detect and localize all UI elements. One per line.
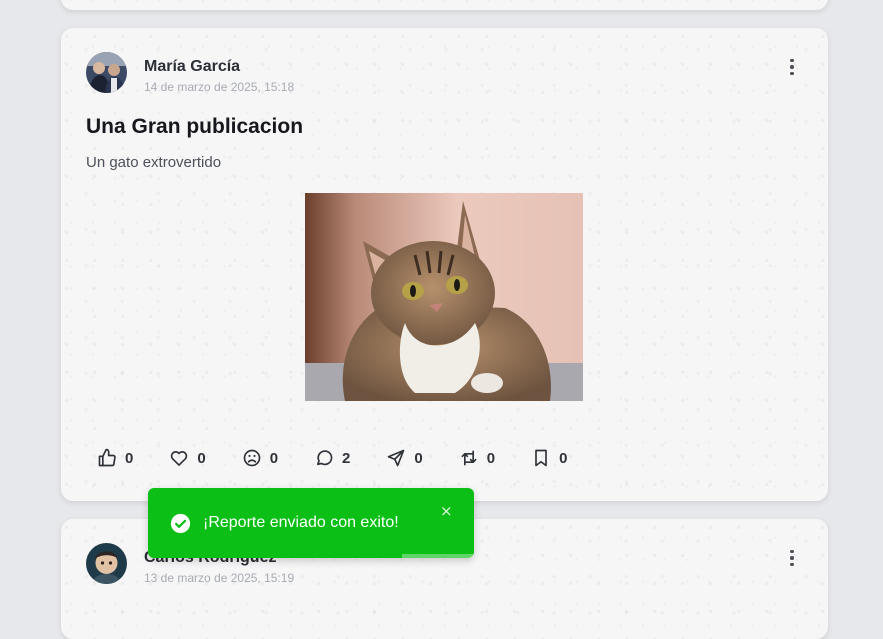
like-count: 0 xyxy=(125,449,134,467)
check-circle-icon xyxy=(170,513,191,534)
toast-message: ¡Reporte enviado con exito! xyxy=(203,514,399,531)
love-button[interactable]: 0 xyxy=(169,448,206,468)
post-image[interactable] xyxy=(305,193,583,401)
avatar[interactable] xyxy=(86,543,127,584)
toast-progress-bar xyxy=(402,554,474,558)
love-count: 0 xyxy=(197,449,206,467)
thumbs-up-icon xyxy=(98,448,116,467)
avatar[interactable] xyxy=(86,52,127,93)
more-options-icon[interactable] xyxy=(784,547,800,569)
comment-button[interactable]: 2 xyxy=(314,448,350,468)
close-icon[interactable]: × xyxy=(440,504,453,519)
success-toast: ¡Reporte enviado con exito! × xyxy=(148,488,474,558)
previous-post-card xyxy=(61,0,828,10)
comment-count: 2 xyxy=(342,449,351,467)
sad-button[interactable]: 0 xyxy=(242,448,278,468)
sad-count: 0 xyxy=(269,449,279,467)
bookmark-icon xyxy=(535,449,547,467)
post-timestamp: 14 de marzo de 2025, 15:18 xyxy=(144,80,295,94)
post-card: María García 14 de marzo de 2025, 15:18 … xyxy=(61,28,828,501)
repost-icon xyxy=(461,450,477,466)
share-count: 0 xyxy=(414,449,423,467)
save-button[interactable]: 0 xyxy=(531,448,567,468)
post-body: Un gato extrovertido xyxy=(86,154,222,171)
save-count: 0 xyxy=(559,449,568,467)
heart-icon xyxy=(171,451,188,466)
post-timestamp: 13 de marzo de 2025, 15:19 xyxy=(144,571,295,585)
post-title: Una Gran publicacion xyxy=(86,115,304,138)
comment-icon xyxy=(316,450,333,466)
more-options-icon[interactable] xyxy=(784,56,800,78)
repost-button[interactable]: 0 xyxy=(459,448,495,468)
share-button[interactable]: 0 xyxy=(386,448,423,468)
sad-face-icon xyxy=(243,449,261,467)
post-author[interactable]: María García xyxy=(144,58,240,76)
like-button[interactable]: 0 xyxy=(97,448,133,468)
send-icon xyxy=(388,449,405,467)
post-actions: 0 0 0 2 0 0 0 xyxy=(97,448,603,468)
repost-count: 0 xyxy=(486,449,496,467)
